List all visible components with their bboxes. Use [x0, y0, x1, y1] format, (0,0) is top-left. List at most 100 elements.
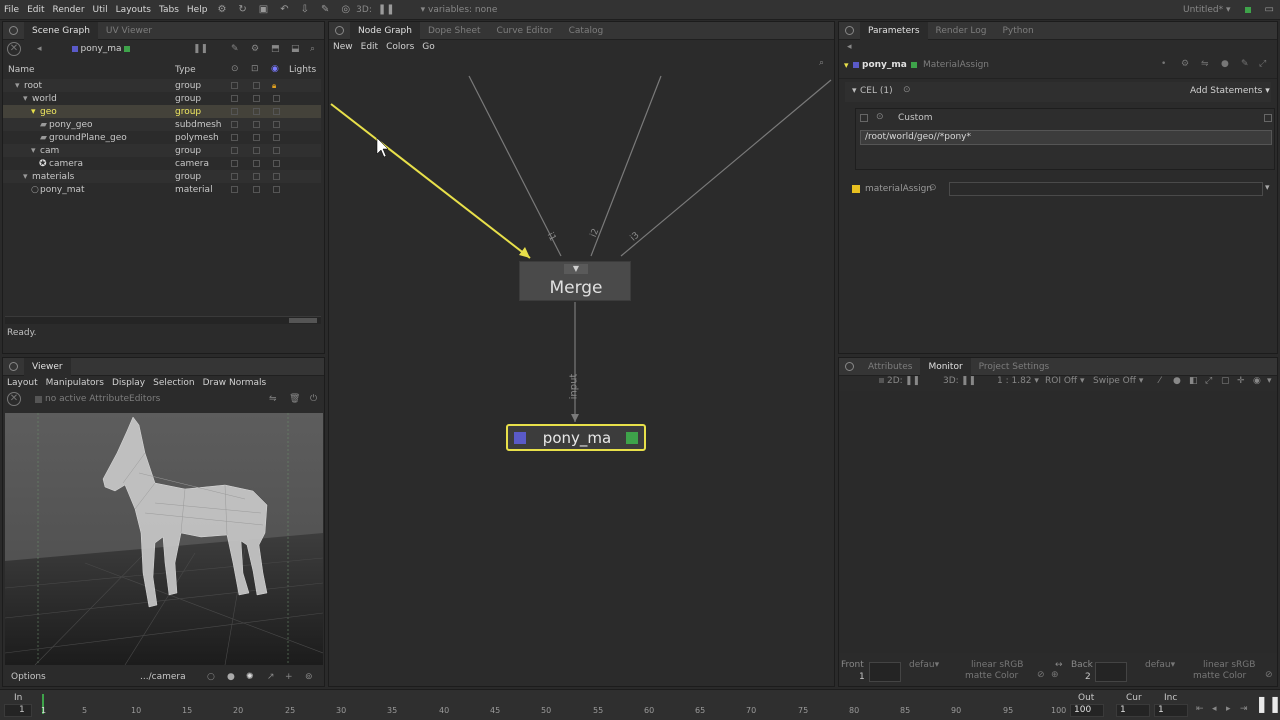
menu-help[interactable]: Help	[183, 5, 212, 15]
power-icon[interactable]: ⏻	[310, 394, 317, 404]
expand-arrow-icon[interactable]: ▾	[31, 146, 36, 156]
statement-toggle-icon[interactable]: ⊙	[876, 112, 884, 122]
merge-node[interactable]: ▼ Merge	[519, 261, 631, 301]
tab-catalog[interactable]: Catalog	[561, 22, 612, 40]
monitor-3d-label[interactable]: 3D:	[943, 376, 959, 386]
render-checkbox[interactable]	[253, 147, 260, 154]
in-field[interactable]: 1	[4, 704, 32, 717]
viewer-menu-display[interactable]: Display	[108, 378, 149, 388]
render-checkbox[interactable]	[253, 173, 260, 180]
tab-project-settings[interactable]: Project Settings	[971, 358, 1058, 376]
tab-python[interactable]: Python	[995, 22, 1042, 40]
visibility-checkbox[interactable]	[231, 186, 238, 193]
variables-dropdown[interactable]: ▾ variables: none	[421, 5, 498, 15]
front-default-dropdown[interactable]: defau▾	[909, 660, 939, 670]
monitor-2d-label[interactable]: 2D:	[887, 376, 903, 386]
lock-icon[interactable]: 🔒︎	[272, 81, 276, 91]
arrow-icon[interactable]: ↗	[267, 672, 275, 682]
pixel-probe-icon[interactable]: ◉	[1253, 376, 1261, 386]
expand-arrow-icon[interactable]: ▾	[844, 61, 849, 71]
visibility-checkbox[interactable]	[231, 173, 238, 180]
tree-row-root[interactable]: ▾ root group 🔒︎	[3, 79, 321, 92]
sphere-icon[interactable]: ●	[227, 672, 235, 682]
eye-column-icon[interactable]: ⊙	[231, 64, 239, 74]
viewport-3d[interactable]	[5, 413, 323, 665]
settings-icon[interactable]: ✺	[246, 672, 254, 682]
tab-viewer[interactable]: Viewer	[24, 357, 71, 376]
tab-curve-editor[interactable]: Curve Editor	[489, 22, 561, 40]
expand-arrow-icon[interactable]: ▾	[23, 172, 28, 182]
statement-delete-icon[interactable]	[1264, 114, 1272, 122]
expand-arrow-icon[interactable]: ▾	[23, 94, 28, 104]
column-type[interactable]: Type	[175, 65, 196, 75]
target-icon[interactable]: ◎	[335, 4, 356, 15]
settings-icon[interactable]: ⚙	[1181, 59, 1189, 69]
node-bypass-icon[interactable]	[514, 432, 526, 444]
back-default-dropdown[interactable]: defau▾	[1145, 660, 1175, 670]
pin-icon[interactable]	[9, 362, 18, 371]
fit-icon[interactable]: ⤢	[1205, 376, 1212, 386]
back-icon[interactable]: ◂	[847, 42, 852, 52]
input-port-icon[interactable]: ▼	[564, 264, 588, 274]
tab-attributes[interactable]: Attributes	[860, 358, 920, 376]
visibility-checkbox[interactable]	[231, 108, 238, 115]
render-icon[interactable]: ▣	[253, 4, 274, 15]
monitor-viewport[interactable]	[839, 391, 1277, 653]
front-swatch[interactable]	[869, 662, 901, 682]
add-statements-button[interactable]: Add Statements ▾	[1190, 86, 1270, 96]
pin-icon[interactable]	[845, 26, 854, 35]
link-icon[interactable]: ⇋	[1201, 59, 1209, 69]
wipe-icon[interactable]: ⊕	[1051, 670, 1059, 680]
cel-group-header[interactable]: ▾ CEL (1) ⊙ Add Statements ▾	[845, 82, 1271, 102]
inc-field[interactable]: 1	[1154, 704, 1188, 717]
cur-field[interactable]: 1	[1116, 704, 1150, 717]
front-channel-dropdown[interactable]: matte Color	[965, 671, 1018, 681]
collapse-arrow-icon[interactable]: ▾	[852, 86, 857, 96]
download-icon[interactable]: ⇩	[295, 4, 315, 15]
pause-icon[interactable]: ❚❚	[905, 376, 920, 386]
light-checkbox[interactable]	[273, 147, 280, 154]
dropdown-arrow-icon[interactable]: ▾	[1265, 183, 1270, 193]
horizontal-scrollbar[interactable]	[5, 316, 321, 324]
tree-row-world[interactable]: ▾ world group	[3, 92, 321, 105]
menu-arrow-icon[interactable]: ▾	[1267, 376, 1272, 386]
refresh-icon[interactable]: ↻	[232, 4, 252, 15]
trash-icon[interactable]: 🗑︎	[289, 394, 300, 404]
expand-arrow-icon[interactable]: ▾	[15, 81, 20, 91]
light-checkbox[interactable]	[273, 173, 280, 180]
circle-icon[interactable]: ○	[207, 672, 215, 682]
settings-icon[interactable]: ⚙	[251, 44, 259, 54]
step-back-icon[interactable]: ⇤	[1196, 704, 1204, 714]
tab-scene-graph[interactable]: Scene Graph	[24, 21, 98, 40]
light-checkbox[interactable]	[273, 134, 280, 141]
swap-icon[interactable]: ↔	[1055, 660, 1063, 670]
dot-icon[interactable]: •	[1161, 59, 1166, 69]
visibility-checkbox[interactable]	[231, 134, 238, 141]
link-icon[interactable]: ⊘	[1265, 670, 1273, 680]
crop-icon[interactable]: ▢	[1221, 376, 1230, 386]
close-icon[interactable]: ✕	[7, 392, 21, 406]
light-column-icon[interactable]: ◉	[271, 64, 279, 74]
camera-selector[interactable]: .../camera	[140, 672, 186, 682]
statement-checkbox[interactable]	[860, 114, 868, 122]
param-node-name[interactable]: pony_ma	[862, 60, 907, 70]
tab-node-graph[interactable]: Node Graph	[350, 21, 420, 40]
render-checkbox[interactable]	[253, 82, 260, 89]
front-colorspace-dropdown[interactable]: linear sRGB	[971, 660, 1023, 670]
crosshair-icon[interactable]: +	[285, 672, 293, 682]
project-dropdown[interactable]: Untitled* ▾	[1183, 5, 1231, 15]
expand-icon[interactable]: ⤢	[1259, 59, 1266, 69]
tree-row-geo[interactable]: ▾ geo group	[3, 105, 321, 118]
pin-icon[interactable]	[9, 26, 18, 35]
zoom-dropdown[interactable]: 1 : 1.82 ▾	[997, 376, 1039, 386]
tree-row-groundplane-geo[interactable]: ▰ groundPlane_geo polymesh	[3, 131, 321, 144]
node-graph-menu-go[interactable]: Go	[418, 42, 438, 52]
visibility-checkbox[interactable]	[231, 147, 238, 154]
comment-icon[interactable]: ●	[1221, 59, 1229, 69]
menu-file[interactable]: File	[0, 5, 23, 15]
render-checkbox[interactable]	[253, 95, 260, 102]
tab-parameters[interactable]: Parameters	[860, 21, 928, 40]
roi-dropdown[interactable]: ROI Off ▾	[1045, 376, 1085, 386]
visibility-checkbox[interactable]	[231, 82, 238, 89]
attr-editor-checkbox[interactable]	[35, 395, 42, 403]
